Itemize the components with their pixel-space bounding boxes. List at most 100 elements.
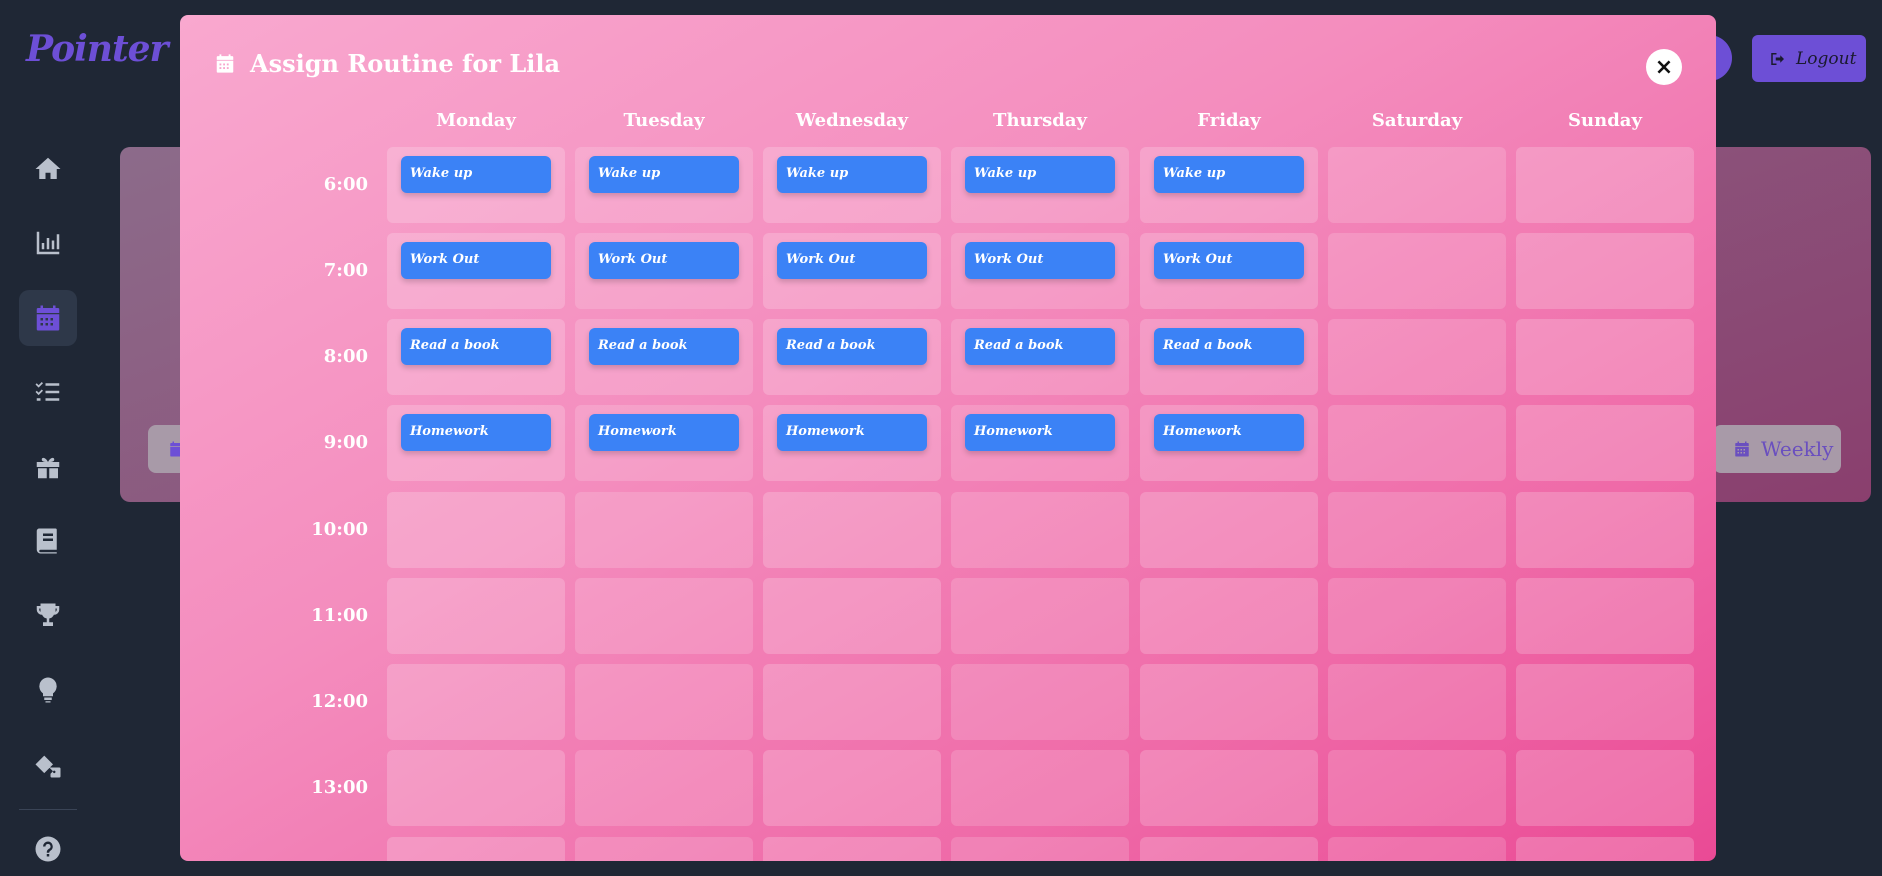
sidebar-item-rewards[interactable] [19,439,77,495]
schedule-slot[interactable] [387,492,565,568]
schedule-slot[interactable] [1516,319,1694,395]
routine-task[interactable]: Homework [777,414,927,451]
chart-icon [36,231,60,255]
schedule-slot[interactable] [951,750,1129,826]
schedule-slot[interactable] [1328,319,1506,395]
schedule-slot[interactable] [575,664,753,740]
sidebar-item-home[interactable] [19,141,77,197]
schedule-slot[interactable] [951,492,1129,568]
schedule-slot[interactable] [1516,405,1694,481]
routine-task[interactable]: Homework [1154,414,1304,451]
schedule-slot[interactable]: Read a book [951,319,1129,395]
schedule-slot[interactable] [1140,750,1318,826]
sidebar-item-stats[interactable] [19,215,77,271]
schedule-slot[interactable]: Homework [575,405,753,481]
routine-task[interactable]: Wake up [1154,156,1304,193]
schedule-slot[interactable]: Read a book [1140,319,1318,395]
schedule-slot[interactable] [951,664,1129,740]
schedule-slot[interactable]: Work Out [1140,233,1318,309]
schedule-slot[interactable] [1328,147,1506,223]
routine-task[interactable]: Read a book [1154,328,1304,365]
schedule-slot[interactable] [387,750,565,826]
schedule-slot[interactable] [1516,492,1694,568]
schedule-slot[interactable]: Homework [387,405,565,481]
schedule-slot[interactable] [575,492,753,568]
routine-task[interactable]: Homework [401,414,551,451]
schedule-slot[interactable] [1328,578,1506,654]
schedule-slot[interactable]: Wake up [951,147,1129,223]
schedule-slot[interactable] [1140,837,1318,861]
schedule-slot[interactable] [1328,492,1506,568]
schedule-slot[interactable] [951,837,1129,861]
routine-task[interactable]: Wake up [777,156,927,193]
day-header-tuesday: Tuesday [623,110,705,131]
routine-task[interactable]: Read a book [965,328,1115,365]
schedule-slot[interactable] [763,750,941,826]
schedule-slot[interactable] [1140,578,1318,654]
schedule-slot[interactable]: Work Out [387,233,565,309]
schedule-slot[interactable] [1516,664,1694,740]
sidebar-item-tasks[interactable] [19,364,77,420]
schedule-slot[interactable]: Read a book [387,319,565,395]
schedule-slot[interactable] [387,664,565,740]
routine-task[interactable]: Wake up [401,156,551,193]
schedule-slot[interactable] [1516,750,1694,826]
schedule-slot[interactable]: Wake up [387,147,565,223]
schedule-slot[interactable] [1140,492,1318,568]
schedule-slot[interactable] [1328,233,1506,309]
routine-task[interactable]: Homework [589,414,739,451]
sidebar-item-games[interactable] [19,737,77,793]
schedule-slot[interactable]: Read a book [575,319,753,395]
schedule-slot[interactable]: Homework [1140,405,1318,481]
schedule-slot[interactable] [1328,837,1506,861]
schedule-slot[interactable] [951,578,1129,654]
sidebar-item-help[interactable] [19,821,77,876]
sidebar-item-ideas[interactable] [19,662,77,718]
schedule-slot[interactable] [1516,578,1694,654]
schedule-slot[interactable] [387,837,565,861]
sidebar-item-calendar[interactable] [19,290,77,346]
routine-task[interactable]: Read a book [401,328,551,365]
schedule-slot[interactable]: Work Out [575,233,753,309]
routine-task[interactable]: Work Out [965,242,1115,279]
schedule-slot[interactable] [1328,750,1506,826]
time-label: 11:00 [311,605,368,626]
schedule-slot[interactable] [763,578,941,654]
schedule-slot[interactable]: Homework [763,405,941,481]
schedule-slot[interactable] [763,664,941,740]
schedule-slot[interactable]: Wake up [575,147,753,223]
schedule-slot[interactable] [575,750,753,826]
routine-task[interactable]: Wake up [965,156,1115,193]
app-logo[interactable]: Pointer [26,28,168,70]
weekly-view-button[interactable]: Weekly [1713,425,1841,473]
routine-task[interactable]: Read a book [589,328,739,365]
schedule-slot[interactable]: Wake up [763,147,941,223]
schedule-slot[interactable] [1328,664,1506,740]
routine-task[interactable]: Read a book [777,328,927,365]
schedule-slot[interactable] [1516,147,1694,223]
sidebar-item-achievements[interactable] [19,588,77,644]
schedule-slot[interactable]: Read a book [763,319,941,395]
schedule-slot[interactable] [1140,664,1318,740]
schedule-slot[interactable] [1516,233,1694,309]
schedule-slot[interactable] [763,837,941,861]
schedule-slot[interactable] [1516,837,1694,861]
routine-task[interactable]: Work Out [589,242,739,279]
schedule-slot[interactable]: Work Out [951,233,1129,309]
routine-task[interactable]: Wake up [589,156,739,193]
routine-task[interactable]: Work Out [1154,242,1304,279]
schedule-slot[interactable] [1328,405,1506,481]
schedule-slot[interactable]: Homework [951,405,1129,481]
close-button[interactable]: × [1646,49,1682,85]
schedule-slot[interactable] [575,578,753,654]
schedule-slot[interactable] [575,837,753,861]
schedule-slot[interactable]: Wake up [1140,147,1318,223]
logout-button[interactable]: Logout [1752,35,1866,82]
routine-task[interactable]: Homework [965,414,1115,451]
schedule-slot[interactable] [387,578,565,654]
routine-task[interactable]: Work Out [777,242,927,279]
schedule-slot[interactable]: Work Out [763,233,941,309]
routine-task[interactable]: Work Out [401,242,551,279]
sidebar-item-library[interactable] [19,513,77,569]
schedule-slot[interactable] [763,492,941,568]
